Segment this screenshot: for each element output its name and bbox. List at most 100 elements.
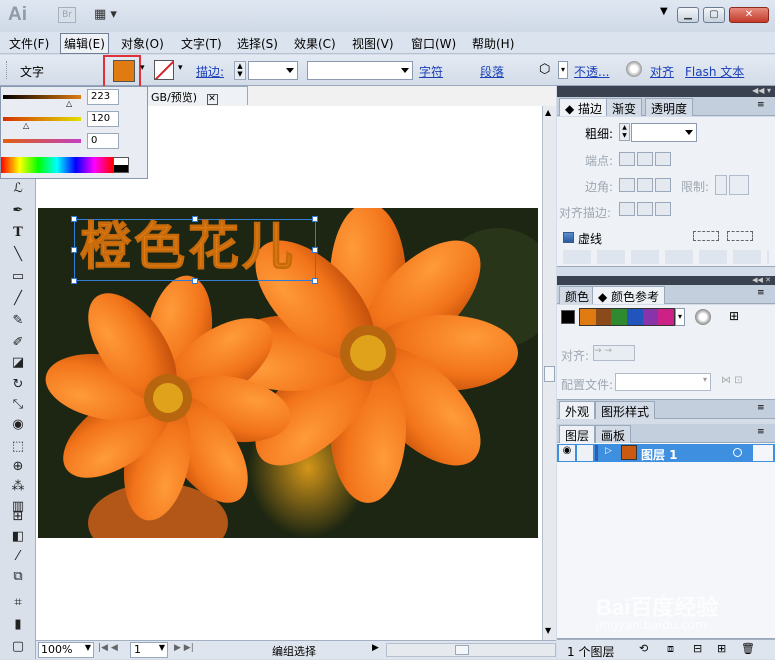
stroke-dropdown-arrow[interactable]: ▾ xyxy=(178,63,183,73)
dash-fields[interactable] xyxy=(563,250,769,264)
blob-brush-tool-icon[interactable]: ✐ xyxy=(9,334,27,352)
next-artboard-button[interactable]: ▶ ▶| xyxy=(174,643,194,653)
warp-tool-icon[interactable]: ◉ xyxy=(9,416,27,434)
layers-menu-icon[interactable]: ≡ xyxy=(757,427,765,437)
save-group-icon[interactable]: ⊞ xyxy=(729,309,739,323)
zoom-dropdown[interactable]: 100% ▼ xyxy=(38,642,94,658)
menu-file[interactable]: 文件(F) xyxy=(9,35,49,52)
limit-input[interactable] xyxy=(729,175,749,195)
make-clip-mask-icon[interactable]: ⧈ xyxy=(667,642,674,656)
layer-name[interactable]: 图层 1 xyxy=(641,446,678,463)
dash-pattern-icon[interactable] xyxy=(693,231,719,241)
dash-corner-icon[interactable] xyxy=(727,231,753,241)
color-panel-menu-icon[interactable]: ≡ xyxy=(757,288,765,298)
butt-cap-button[interactable] xyxy=(619,152,635,166)
menu-edit[interactable]: 编辑(E) xyxy=(60,33,109,54)
arrange-documents-button[interactable]: ▦ ▾ xyxy=(94,7,126,23)
rotate-tool-icon[interactable]: ↻ xyxy=(9,376,27,394)
gradient-tool-icon[interactable]: ◧ xyxy=(9,528,27,546)
fill-dropdown-arrow[interactable]: ▾ xyxy=(140,63,145,73)
selection-handle[interactable] xyxy=(312,216,318,222)
lasso-tool-icon[interactable]: ℒ xyxy=(9,180,27,198)
panel-menu-icon[interactable]: ≡ xyxy=(757,100,765,110)
stroke-weight-stepper[interactable]: ▲ ▼ xyxy=(234,61,246,80)
selection-handle[interactable] xyxy=(71,278,77,284)
eyedropper-tool-icon[interactable]: ⁄ xyxy=(9,548,27,566)
align-center-button[interactable] xyxy=(619,202,635,216)
harmony-swatch[interactable] xyxy=(627,309,643,325)
scroll-up-arrow[interactable]: ▲ xyxy=(545,108,551,117)
harmony-swatch[interactable] xyxy=(611,309,628,325)
selection-handle[interactable] xyxy=(312,278,318,284)
type-tool-icon[interactable]: T xyxy=(9,224,27,242)
tab-color-guide[interactable]: ◆ 颜色参考 xyxy=(592,286,666,304)
menu-view[interactable]: 视图(V) xyxy=(352,35,394,52)
selection-handle[interactable] xyxy=(71,216,77,222)
rectangle-tool-icon[interactable]: ▭ xyxy=(9,268,27,286)
harmony-swatch[interactable] xyxy=(580,309,596,325)
recolor-icon[interactable] xyxy=(626,61,642,77)
base-color-swatch[interactable] xyxy=(561,310,575,324)
dashed-line-checkbox[interactable] xyxy=(563,232,574,243)
close-button[interactable]: ✕ xyxy=(729,7,769,23)
miter-join-button[interactable] xyxy=(619,178,635,192)
maximize-button[interactable]: ▢ xyxy=(703,7,725,23)
tab-appearance[interactable]: 外观 xyxy=(559,401,596,419)
color-panel-collapse-bar[interactable]: ◀◀ ✕ xyxy=(557,276,775,285)
locate-object-icon[interactable]: ⟲ xyxy=(639,642,648,655)
document-tab[interactable]: GB/预览) ✕ xyxy=(146,86,248,105)
column-graph-tool-icon[interactable]: ▮ xyxy=(9,616,27,634)
scroll-thumb[interactable] xyxy=(544,366,555,382)
harmony-swatch-strip[interactable] xyxy=(579,308,675,326)
black-white-swatch[interactable] xyxy=(113,157,129,173)
status-menu-arrow[interactable]: ▶ xyxy=(372,643,379,653)
align-inside-button[interactable] xyxy=(637,202,653,216)
tab-transparency[interactable]: 透明度 xyxy=(645,98,694,116)
tab-color[interactable]: 颜色 xyxy=(559,286,596,304)
workspace-menu-arrow[interactable]: ▼ xyxy=(660,6,668,17)
h-scroll-thumb[interactable] xyxy=(455,645,469,655)
artboard-tool-icon[interactable]: ▢ xyxy=(9,638,27,656)
stroke-link[interactable]: 描边: xyxy=(196,63,224,80)
menu-effect[interactable]: 效果(C) xyxy=(294,35,336,52)
tab-stroke[interactable]: ◆ 描边 xyxy=(559,98,609,116)
red-slider-handle[interactable]: △ xyxy=(66,99,72,108)
bevel-join-button[interactable] xyxy=(655,178,671,192)
artboard-number-dropdown[interactable]: 1 ▼ xyxy=(130,642,168,658)
eraser-tool-icon[interactable]: ◪ xyxy=(9,354,27,372)
profile-icon[interactable]: ⋈ ⊡ xyxy=(721,375,743,386)
align-link[interactable]: 对齐 xyxy=(650,63,674,80)
edit-colors-icon[interactable] xyxy=(695,309,711,325)
menu-window[interactable]: 窗口(W) xyxy=(411,35,456,52)
blend-tool-icon[interactable]: ⧉ xyxy=(9,568,27,586)
harmony-dropdown-arrow[interactable]: ▾ xyxy=(675,308,685,326)
font-family-dropdown[interactable] xyxy=(307,61,413,80)
menu-object[interactable]: 对象(O) xyxy=(121,35,164,52)
slice-tool-icon[interactable]: ⌗ xyxy=(9,594,27,612)
opacity-link[interactable]: 不透... xyxy=(574,63,609,80)
align-outside-button[interactable] xyxy=(655,202,671,216)
menu-help[interactable]: 帮助(H) xyxy=(472,35,514,52)
selection-handle[interactable] xyxy=(192,216,198,222)
pencil-tool-icon[interactable]: ✎ xyxy=(9,312,27,330)
pen-tool-icon[interactable]: ✒ xyxy=(9,202,27,220)
scroll-down-arrow[interactable]: ▼ xyxy=(545,626,551,635)
free-transform-tool-icon[interactable]: ⬚ xyxy=(9,438,27,456)
weight-stepper[interactable]: ▲ ▼ xyxy=(619,123,630,141)
new-layer-icon[interactable]: ⊞ xyxy=(717,642,726,655)
paintbrush-tool-icon[interactable]: ╱ xyxy=(9,290,27,308)
color-spectrum[interactable] xyxy=(1,157,113,173)
brush-dropdown-arrow[interactable]: ▾ xyxy=(558,61,568,79)
selection-handle[interactable] xyxy=(192,278,198,284)
menu-select[interactable]: 选择(S) xyxy=(237,35,278,52)
horizontal-scrollbar[interactable] xyxy=(386,643,556,657)
expand-layer-arrow[interactable]: ▷ xyxy=(605,446,612,456)
headline-text[interactable]: 橙色花儿 xyxy=(79,214,296,282)
menu-type[interactable]: 文字(T) xyxy=(181,35,222,52)
stroke-weight-dropdown[interactable] xyxy=(248,61,298,80)
vertical-scrollbar[interactable]: ▲ ▼ xyxy=(542,106,556,640)
appearance-menu-icon[interactable]: ≡ xyxy=(757,403,765,413)
character-link[interactable]: 字符 xyxy=(419,63,443,80)
weight-dropdown[interactable] xyxy=(631,123,697,142)
line-tool-icon[interactable]: ╲ xyxy=(9,246,27,264)
